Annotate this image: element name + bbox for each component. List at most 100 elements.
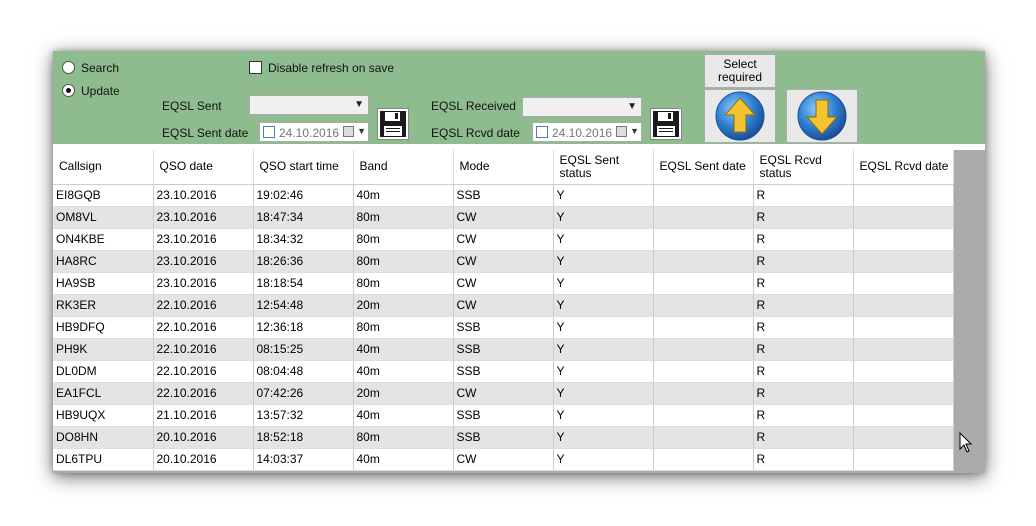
table-cell[interactable] bbox=[853, 206, 954, 229]
table-row[interactable]: EA1FCL 22.10.2016 07:42:26 20m CW Y R bbox=[53, 382, 954, 405]
table-cell[interactable]: R bbox=[753, 382, 854, 405]
column-header-mode[interactable]: Mode bbox=[453, 150, 554, 185]
column-header-qso-start-time[interactable]: QSO start time bbox=[253, 150, 354, 185]
table-cell[interactable]: CW bbox=[453, 206, 554, 229]
table-cell[interactable] bbox=[653, 250, 754, 273]
table-cell[interactable]: R bbox=[753, 206, 854, 229]
table-cell[interactable]: 18:47:34 bbox=[253, 206, 354, 229]
table-cell[interactable] bbox=[653, 360, 754, 383]
table-row[interactable]: DL6TPU 20.10.2016 14:03:37 40m CW Y R bbox=[53, 448, 954, 471]
table-row[interactable]: HB9UQX 21.10.2016 13:57:32 40m SSB Y R bbox=[53, 404, 954, 427]
eqsl-received-select[interactable]: ▼ bbox=[522, 97, 642, 117]
table-cell[interactable]: 40m bbox=[353, 448, 454, 471]
table-cell[interactable]: 18:52:18 bbox=[253, 426, 354, 449]
table-cell[interactable] bbox=[853, 426, 954, 449]
table-cell[interactable]: DL6TPU bbox=[53, 448, 154, 471]
table-cell[interactable] bbox=[653, 228, 754, 251]
table-cell[interactable] bbox=[853, 316, 954, 339]
column-header-band[interactable]: Band bbox=[353, 150, 454, 185]
table-row[interactable]: OM8VL 23.10.2016 18:47:34 80m CW Y R bbox=[53, 206, 954, 229]
table-cell[interactable]: 20.10.2016 bbox=[153, 426, 254, 449]
table-cell[interactable]: 23.10.2016 bbox=[153, 250, 254, 273]
table-cell[interactable]: Y bbox=[553, 360, 654, 383]
move-up-button[interactable] bbox=[704, 89, 776, 143]
column-header-eqsl-sent-status[interactable]: EQSL Sent status bbox=[553, 150, 654, 185]
table-cell[interactable]: 07:42:26 bbox=[253, 382, 354, 405]
disable-refresh-label[interactable]: Disable refresh on save bbox=[268, 61, 394, 75]
table-cell[interactable]: Y bbox=[553, 294, 654, 317]
table-row[interactable]: HB9DFQ 22.10.2016 12:36:18 80m SSB Y R bbox=[53, 316, 954, 339]
table-cell[interactable]: HA9SB bbox=[53, 272, 154, 295]
table-cell[interactable]: CW bbox=[453, 228, 554, 251]
table-cell[interactable]: R bbox=[753, 448, 854, 471]
save-sent-button[interactable] bbox=[377, 108, 409, 140]
table-cell[interactable]: R bbox=[753, 404, 854, 427]
table-cell[interactable]: 80m bbox=[353, 272, 454, 295]
table-cell[interactable]: HA8RC bbox=[53, 250, 154, 273]
table-cell[interactable] bbox=[653, 404, 754, 427]
save-received-button[interactable] bbox=[650, 108, 682, 140]
table-cell[interactable]: 40m bbox=[353, 360, 454, 383]
table-cell[interactable]: Y bbox=[553, 250, 654, 273]
table-cell[interactable] bbox=[853, 184, 954, 207]
table-cell[interactable] bbox=[853, 294, 954, 317]
table-cell[interactable]: 22.10.2016 bbox=[153, 316, 254, 339]
table-cell[interactable]: 80m bbox=[353, 426, 454, 449]
table-cell[interactable]: 12:54:48 bbox=[253, 294, 354, 317]
table-cell[interactable]: 80m bbox=[353, 316, 454, 339]
table-cell[interactable]: R bbox=[753, 426, 854, 449]
table-cell[interactable] bbox=[653, 272, 754, 295]
table-cell[interactable]: HB9UQX bbox=[53, 404, 154, 427]
table-cell[interactable]: Y bbox=[553, 448, 654, 471]
column-header-eqsl-rcvd-date[interactable]: EQSL Rcvd date bbox=[853, 150, 954, 185]
table-row[interactable]: HA8RC 23.10.2016 18:26:36 80m CW Y R bbox=[53, 250, 954, 273]
table-cell[interactable]: 18:18:54 bbox=[253, 272, 354, 295]
table-cell[interactable] bbox=[653, 184, 754, 207]
table-cell[interactable]: CW bbox=[453, 382, 554, 405]
table-cell[interactable]: SSB bbox=[453, 184, 554, 207]
select-required-button[interactable]: Select required bbox=[704, 54, 776, 88]
table-cell[interactable] bbox=[653, 294, 754, 317]
column-header-qso-date[interactable]: QSO date bbox=[153, 150, 254, 185]
table-cell[interactable]: Y bbox=[553, 338, 654, 361]
table-cell[interactable]: 12:36:18 bbox=[253, 316, 354, 339]
table-cell[interactable]: CW bbox=[453, 294, 554, 317]
table-cell[interactable]: SSB bbox=[453, 426, 554, 449]
table-cell[interactable]: 23.10.2016 bbox=[153, 184, 254, 207]
table-cell[interactable]: PH9K bbox=[53, 338, 154, 361]
table-cell[interactable]: Y bbox=[553, 206, 654, 229]
update-radio[interactable] bbox=[62, 84, 75, 97]
table-cell[interactable]: R bbox=[753, 184, 854, 207]
table-cell[interactable]: 08:04:48 bbox=[253, 360, 354, 383]
table-row[interactable]: DO8HN 20.10.2016 18:52:18 80m SSB Y R bbox=[53, 426, 954, 449]
table-cell[interactable]: RK3ER bbox=[53, 294, 154, 317]
table-cell[interactable]: 18:34:32 bbox=[253, 228, 354, 251]
table-cell[interactable] bbox=[653, 206, 754, 229]
table-cell[interactable]: 40m bbox=[353, 184, 454, 207]
table-row[interactable]: HA9SB 23.10.2016 18:18:54 80m CW Y R bbox=[53, 272, 954, 295]
table-cell[interactable]: 22.10.2016 bbox=[153, 360, 254, 383]
table-cell[interactable] bbox=[853, 382, 954, 405]
table-cell[interactable]: Y bbox=[553, 184, 654, 207]
table-cell[interactable]: DL0DM bbox=[53, 360, 154, 383]
eqsl-sent-date-checkbox[interactable] bbox=[263, 126, 275, 138]
eqsl-sent-select[interactable]: ▼ bbox=[249, 95, 369, 115]
table-cell[interactable]: CW bbox=[453, 448, 554, 471]
table-cell[interactable] bbox=[853, 272, 954, 295]
table-cell[interactable]: 13:57:32 bbox=[253, 404, 354, 427]
table-cell[interactable]: OM8VL bbox=[53, 206, 154, 229]
table-cell[interactable]: R bbox=[753, 250, 854, 273]
table-cell[interactable]: 20.10.2016 bbox=[153, 448, 254, 471]
search-radio[interactable] bbox=[62, 61, 75, 74]
table-cell[interactable]: Y bbox=[553, 382, 654, 405]
table-cell[interactable]: 08:15:25 bbox=[253, 338, 354, 361]
table-cell[interactable]: 14:03:37 bbox=[253, 448, 354, 471]
table-cell[interactable]: Y bbox=[553, 404, 654, 427]
table-cell[interactable]: 18:26:36 bbox=[253, 250, 354, 273]
table-cell[interactable]: 23.10.2016 bbox=[153, 206, 254, 229]
column-header-eqsl-sent-date[interactable]: EQSL Sent date bbox=[653, 150, 754, 185]
table-cell[interactable]: 80m bbox=[353, 228, 454, 251]
table-cell[interactable]: Y bbox=[553, 426, 654, 449]
table-cell[interactable]: Y bbox=[553, 228, 654, 251]
table-cell[interactable]: Y bbox=[553, 316, 654, 339]
